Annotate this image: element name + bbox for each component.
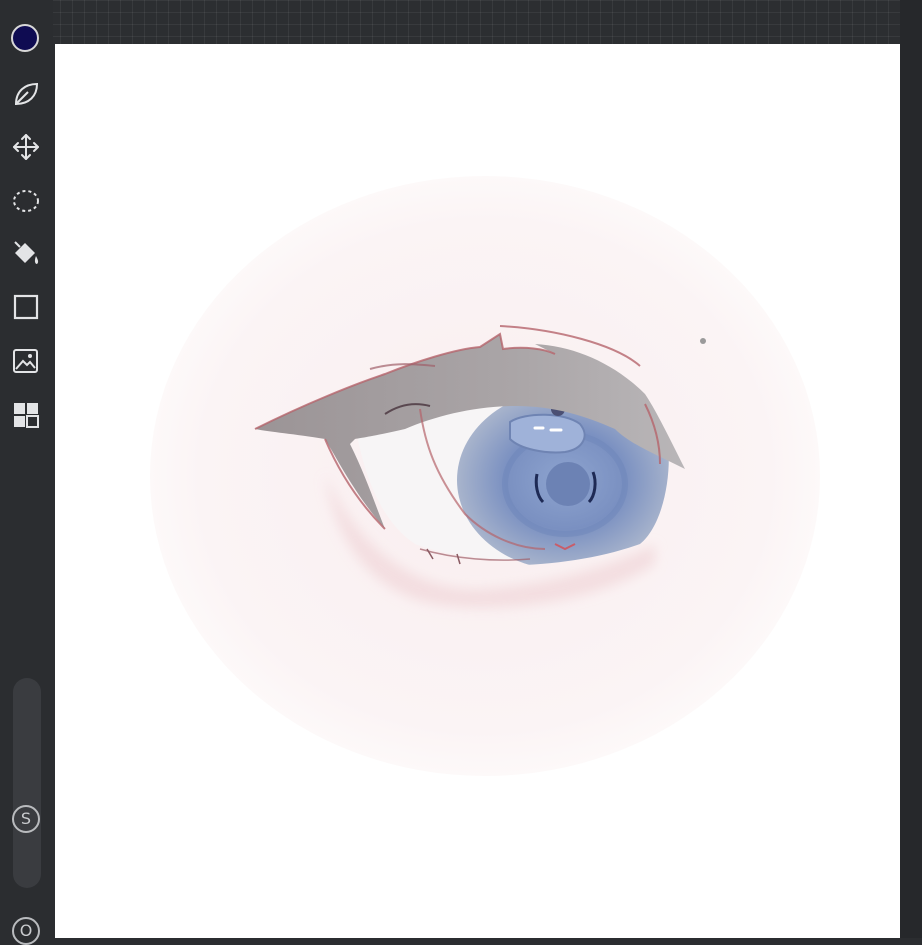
- lasso-selection-icon: [13, 190, 39, 212]
- active-color-swatch[interactable]: [11, 24, 39, 52]
- right-edge-strip: [900, 0, 922, 938]
- brush-size-slider[interactable]: [13, 678, 41, 888]
- layers-tool[interactable]: [8, 397, 44, 433]
- fill-tool[interactable]: [8, 236, 44, 272]
- drawing-canvas[interactable]: [55, 44, 900, 938]
- eye-artwork: [150, 176, 820, 776]
- eye-highlight: [509, 413, 586, 454]
- brush-cursor-dot: [700, 338, 706, 344]
- brush-tool[interactable]: [8, 76, 44, 112]
- transform-tool[interactable]: [8, 129, 44, 165]
- paint-bucket-icon: [14, 241, 39, 264]
- shape-tool[interactable]: [8, 289, 44, 325]
- brush-size-button[interactable]: S: [12, 805, 40, 833]
- tool-sidebar: S O: [0, 0, 53, 945]
- layers-grid-icon: [14, 403, 39, 428]
- selection-tool[interactable]: [8, 183, 44, 219]
- brush-leaf-icon: [14, 82, 39, 106]
- opacity-button[interactable]: O: [12, 917, 40, 945]
- square-shape-icon: [13, 294, 39, 320]
- top-grid-bar: [0, 0, 922, 44]
- pupil: [546, 462, 590, 506]
- image-transform-icon: [13, 349, 38, 373]
- image-tool[interactable]: [8, 343, 44, 379]
- move-arrows-icon: [13, 134, 39, 160]
